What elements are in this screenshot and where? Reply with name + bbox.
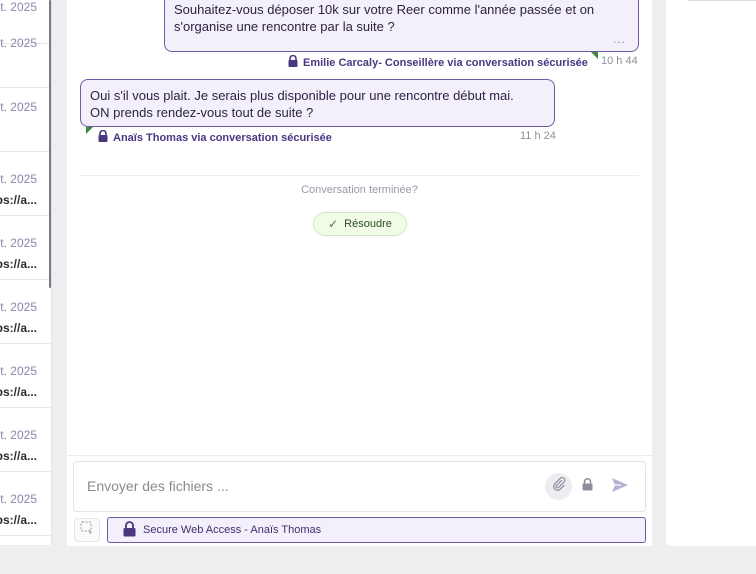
message-input[interactable] (87, 478, 527, 494)
composer (73, 461, 646, 512)
resolve-label: Résoudre (344, 218, 392, 230)
list-item[interactable]: t. 2025 ps://a... (0, 216, 51, 280)
list-item-date: t. 2025 (0, 172, 37, 186)
list-item[interactable]: t. 2025 ps://a... (0, 408, 51, 472)
message-text: s'organise une rencontre par la suite ? (174, 19, 395, 34)
list-item[interactable]: t. 2025 (0, 36, 51, 88)
composer-area: Secure Web Access - Anaïs Thomas (67, 455, 652, 546)
list-scrollbar[interactable] (49, 0, 51, 288)
list-item-date: t. 2025 (0, 492, 37, 506)
attach-button[interactable] (545, 473, 572, 500)
list-item-link: ps://a... (0, 449, 37, 463)
sender-label: Emilie Carcaly- Conseillère via conversa… (303, 56, 588, 69)
list-item-date: t. 2025 (0, 36, 37, 50)
divider (80, 175, 639, 176)
channel-selector[interactable]: Secure Web Access - Anaïs Thomas (107, 517, 646, 543)
message-text: ON prends rendez-vous tout de suite ? (90, 105, 314, 120)
lock-icon (288, 54, 298, 70)
paperclip-icon (552, 476, 566, 496)
list-item[interactable]: t. 2025 ps://a... (0, 472, 51, 536)
selection-button[interactable] (74, 518, 100, 542)
divider (688, 0, 756, 1)
conversation-list: t. 2025 t. 2025 t. 2025 t. 2025 ps://a..… (0, 0, 52, 545)
message-time: 11 h 24 (520, 130, 556, 142)
chat-thread: Souhaitez-vous déposer 10k sur votre Ree… (67, 0, 652, 455)
message-text: Souhaitez-vous déposer 10k sur votre Ree… (174, 2, 595, 17)
lock-icon (582, 478, 593, 496)
details-panel (666, 0, 756, 546)
send-button[interactable] (609, 476, 631, 498)
check-icon: ✓ (328, 217, 339, 231)
list-item-date: t. 2025 (0, 0, 37, 14)
list-item-link: ps://a... (0, 385, 37, 399)
message-time: 10 h 44 (601, 55, 638, 67)
lock-icon (123, 520, 136, 540)
selection-icon (80, 521, 94, 540)
message-tail (86, 127, 93, 134)
channel-label: Secure Web Access - Anaïs Thomas (143, 524, 322, 536)
lock-icon (98, 129, 108, 145)
list-item[interactable]: t. 2025 (0, 88, 51, 152)
incoming-message: Oui s'il vous plait. Je serais plus disp… (80, 79, 555, 127)
conversation-ended-label: Conversation terminée? (301, 184, 418, 196)
list-item[interactable]: t. 2025 ps://a... (0, 152, 51, 216)
outgoing-sender: Emilie Carcaly- Conseillère via conversa… (288, 54, 588, 70)
list-item-link: ps://a... (0, 513, 37, 527)
list-item[interactable]: t. 2025 ps://a... (0, 344, 51, 408)
list-item-link: ps://a... (0, 321, 37, 335)
list-item-date: t. 2025 (0, 236, 37, 250)
list-item-link: ps://a... (0, 193, 37, 207)
incoming-sender: Anaïs Thomas via conversation sécurisée (98, 129, 332, 145)
list-item-link: ps://a... (0, 257, 37, 271)
send-icon (611, 477, 629, 498)
message-text: Oui s'il vous plait. Je serais plus disp… (90, 88, 514, 103)
list-item-date: t. 2025 (0, 364, 37, 378)
secure-toggle-button[interactable] (578, 476, 596, 498)
sender-label: Anaïs Thomas via conversation sécurisée (113, 131, 332, 144)
list-item[interactable]: t. 2025 ps://a... (0, 280, 51, 344)
list-item-date: t. 2025 (0, 300, 37, 314)
outgoing-message: Souhaitez-vous déposer 10k sur votre Ree… (164, 0, 639, 52)
resolve-button[interactable]: ✓ Résoudre (313, 212, 407, 236)
message-tail (591, 52, 598, 59)
list-item-date: t. 2025 (0, 428, 37, 442)
more-options-button[interactable]: ... (613, 31, 626, 48)
list-item-date: t. 2025 (0, 100, 37, 114)
